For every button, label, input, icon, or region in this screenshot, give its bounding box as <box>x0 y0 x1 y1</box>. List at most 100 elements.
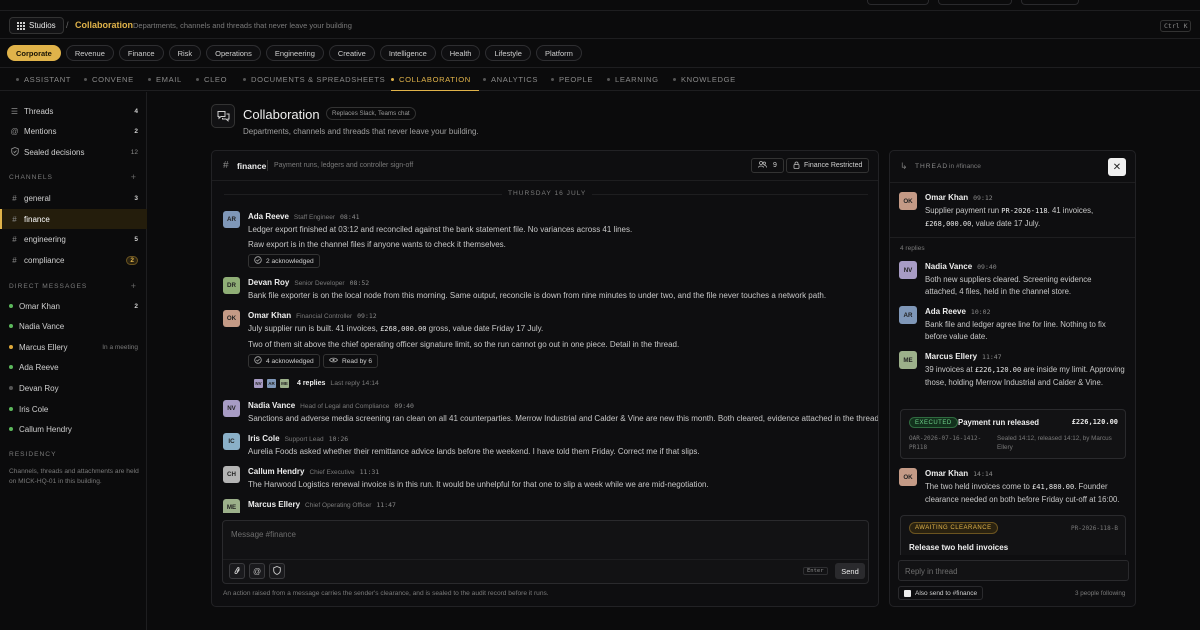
seal-button[interactable] <box>269 563 285 579</box>
avatar[interactable]: OK <box>899 468 917 486</box>
chip-platform[interactable]: Platform <box>535 45 582 61</box>
author-name[interactable]: Marcus Ellery <box>248 500 300 509</box>
breadcrumb-title[interactable]: Collaboration <box>75 20 133 30</box>
author-name[interactable]: Omar Khan <box>925 469 968 478</box>
tab-learning[interactable]: LEARNING <box>607 68 659 91</box>
avatar[interactable]: AR <box>223 211 240 228</box>
author-role: Chief Executive <box>309 469 355 476</box>
author-name[interactable]: Ada Reeve <box>925 307 966 316</box>
sidebar-item-mentions[interactable]: @ Mentions 2 <box>0 121 147 141</box>
author-name[interactable]: Omar Khan <box>925 193 968 202</box>
avatar[interactable]: ME <box>899 351 917 369</box>
presence-dot <box>9 345 13 349</box>
dm-callum-hendry[interactable]: Callum Hendry <box>0 419 147 439</box>
author-name[interactable]: Iris Cole <box>248 434 280 443</box>
chip-health[interactable]: Health <box>440 45 481 61</box>
thread-channel[interactable]: in #finance <box>949 163 981 170</box>
top-ghost-button[interactable] <box>867 0 929 5</box>
members-button[interactable]: 9 <box>751 158 784 173</box>
message[interactable]: ME Marcus Ellery Chief Operating Officer 1… <box>223 499 873 513</box>
chip-corporate[interactable]: Corporate <box>7 45 61 61</box>
avatar[interactable]: NV <box>223 400 240 417</box>
avatar[interactable]: OK <box>223 310 240 327</box>
chip-lifestyle[interactable]: Lifestyle <box>485 45 531 61</box>
top-ghost-button[interactable] <box>1021 0 1079 5</box>
dm-devan-roy[interactable]: Devan Roy <box>0 378 147 398</box>
thread-panel: ↳ THREAD in #finance ✕ OK Omar Khan 09:12… <box>889 150 1136 607</box>
close-icon[interactable]: ✕ <box>1108 158 1126 176</box>
author-name[interactable]: Nadia Vance <box>925 262 972 271</box>
restricted-button[interactable]: Finance Restricted <box>786 158 870 173</box>
awaiting-clearance-card[interactable]: AWAITING CLEARANCE PR-2026-118-B Release… <box>900 515 1126 555</box>
tab-collaboration[interactable]: COLLABORATION <box>391 68 479 91</box>
message-composer[interactable]: Message #finance @ Enter Send <box>222 520 869 584</box>
top-ghost-button[interactable] <box>938 0 1012 5</box>
presence-dot <box>9 304 13 308</box>
thread-reply-input[interactable]: Reply in thread <box>898 560 1129 581</box>
tab-documents[interactable]: DOCUMENTS & SPREADSHEETS <box>243 68 385 91</box>
author-name[interactable]: Marcus Ellery <box>925 352 977 361</box>
avatar[interactable]: OK <box>899 192 917 210</box>
tab-label: PEOPLE <box>559 75 593 84</box>
executed-action-card[interactable]: EXECUTED Payment run released £226,120.0… <box>900 409 1126 459</box>
sidebar-item-finance[interactable]: # finance <box>0 209 147 229</box>
send-button[interactable]: Send <box>835 563 865 579</box>
message-text: Supplier payment run PR-2026-118. 41 inv… <box>925 205 1125 230</box>
tab-label: ASSISTANT <box>24 75 72 84</box>
author-name[interactable]: Ada Reeve <box>248 212 289 221</box>
acknowledged-button[interactable]: 2 acknowledged <box>248 254 320 268</box>
mention-button[interactable]: @ <box>249 563 265 579</box>
residency-heading: RESIDENCY <box>9 451 57 458</box>
avatar[interactable]: ME <box>223 499 240 513</box>
avatar[interactable]: IC <box>223 433 240 450</box>
dm-nadia-vance[interactable]: Nadia Vance <box>0 316 147 336</box>
author-name[interactable]: Callum Hendry <box>248 467 304 476</box>
checkbox[interactable] <box>904 589 911 597</box>
author-name[interactable]: Nadia Vance <box>248 401 295 410</box>
also-send-checkbox[interactable]: Also send to #finance <box>898 586 984 600</box>
tab-label: KNOWLEDGE <box>681 75 736 84</box>
sidebar-item-compliance[interactable]: # compliance 2 <box>0 250 147 270</box>
tab-convene[interactable]: CONVENE <box>84 68 134 91</box>
chip-operations[interactable]: Operations <box>206 45 261 61</box>
tab-cleo[interactable]: CLEO <box>196 68 227 91</box>
avatar[interactable]: CH <box>223 466 240 483</box>
studios-button[interactable]: Studios <box>9 17 64 34</box>
chip-revenue[interactable]: Revenue <box>65 45 114 61</box>
acknowledged-button[interactable]: 4 acknowledged <box>248 354 320 368</box>
chip-intelligence[interactable]: Intelligence <box>379 45 436 61</box>
chip-creative[interactable]: Creative <box>328 45 375 61</box>
dm-label: Callum Hendry <box>19 424 72 434</box>
replies-label: 4 replies <box>900 245 925 252</box>
tab-analytics[interactable]: ANALYTICS <box>483 68 538 91</box>
chip-finance[interactable]: Finance <box>118 45 164 61</box>
chip-risk[interactable]: Risk <box>168 45 202 61</box>
add-channel-icon[interactable]: + <box>131 172 136 182</box>
dm-iris-cole[interactable]: Iris Cole <box>0 399 147 419</box>
read-receipt-button[interactable]: Read by 6 <box>323 354 379 368</box>
sidebar-item-threads[interactable]: ☰ Threads 4 <box>0 101 147 121</box>
author-name[interactable]: Devan Roy <box>248 278 289 287</box>
composer-placeholder[interactable]: Message #finance <box>231 530 296 539</box>
dm-ada-reeve[interactable]: Ada Reeve <box>0 357 147 377</box>
attach-button[interactable] <box>229 563 245 579</box>
thread-replies-link[interactable]: NV AR ME 4 replies Last reply 14:14 <box>253 377 379 390</box>
dm-marcus-ellery[interactable]: Marcus Ellery In a meeting <box>0 337 147 357</box>
tab-people[interactable]: PEOPLE <box>551 68 593 91</box>
dm-omar-khan[interactable]: Omar Khan 2 <box>0 296 147 316</box>
author-name[interactable]: Omar Khan <box>248 311 291 320</box>
tab-assistant[interactable]: ASSISTANT <box>16 68 71 91</box>
add-dm-icon[interactable]: + <box>131 281 136 291</box>
dot-icon <box>483 78 486 81</box>
avatar[interactable]: AR <box>899 306 917 324</box>
tab-knowledge[interactable]: KNOWLEDGE <box>673 68 736 91</box>
chip-engineering[interactable]: Engineering <box>265 45 324 61</box>
command-palette-shortcut[interactable]: Ctrl K <box>1160 20 1192 32</box>
seal-note: Sealed 14:12, released 14:12, by Marcus … <box>997 435 1112 451</box>
tab-email[interactable]: EMAIL <box>148 68 182 91</box>
sidebar-item-sealed-decisions[interactable]: Sealed decisions 12 <box>0 142 147 162</box>
avatar[interactable]: NV <box>899 261 917 279</box>
avatar[interactable]: DR <box>223 277 240 294</box>
sidebar-item-engineering[interactable]: # engineering 5 <box>0 229 147 249</box>
sidebar-item-general[interactable]: # general 3 <box>0 188 147 208</box>
